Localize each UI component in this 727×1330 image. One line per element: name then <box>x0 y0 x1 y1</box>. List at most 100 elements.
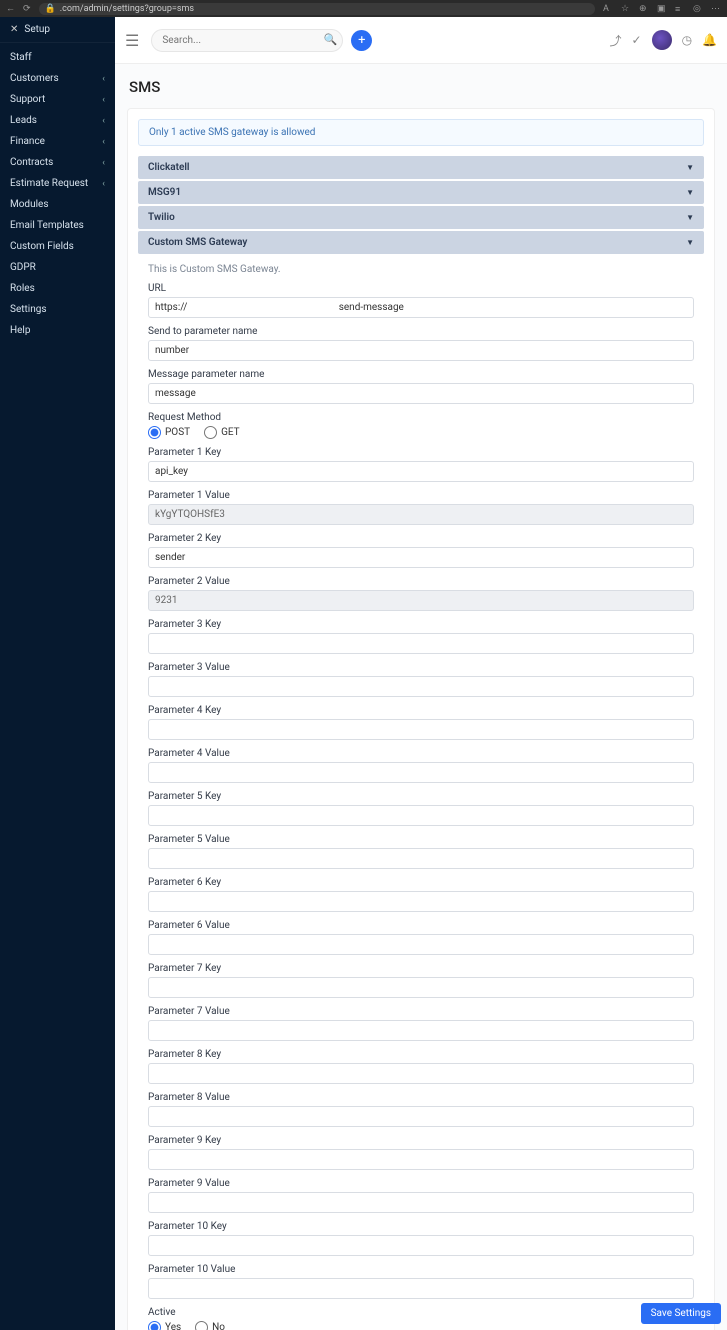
custom-gateway-body: This is Custom SMS Gateway. URL Send to … <box>138 254 704 1330</box>
notice: Only 1 active SMS gateway is allowed <box>138 119 704 146</box>
sidebar-item-email-templates[interactable]: Email Templates <box>0 215 115 236</box>
profile-icon[interactable]: ◎ <box>693 4 703 14</box>
param8-key-input[interactable] <box>148 1063 694 1084</box>
accordion-twilio[interactable]: Twilio ▼ <box>138 206 704 229</box>
sidebar-item-roles[interactable]: Roles <box>0 278 115 299</box>
sidebar-item-support[interactable]: Support‹ <box>0 89 115 110</box>
extensions-icon[interactable]: ⊕ <box>639 4 649 14</box>
sidebar-item-label: Contracts <box>10 157 53 168</box>
search-input[interactable] <box>151 29 343 52</box>
refresh-icon[interactable]: ⟳ <box>23 4 31 14</box>
param5-key-input[interactable] <box>148 805 694 826</box>
param9-key-input[interactable] <box>148 1149 694 1170</box>
accordion-msg91[interactable]: MSG91 ▼ <box>138 181 704 204</box>
sidebar-item-customers[interactable]: Customers‹ <box>0 68 115 89</box>
sidebar-item-finance[interactable]: Finance‹ <box>0 131 115 152</box>
url-text: .com/admin/settings?group=sms <box>60 4 194 14</box>
clock-icon[interactable]: ◷ <box>682 33 692 47</box>
param10-value-label: Parameter 10 Value <box>148 1264 694 1275</box>
param1-key-input[interactable] <box>148 461 694 482</box>
active-no-radio[interactable]: No <box>195 1321 225 1330</box>
param3-key-input[interactable] <box>148 633 694 654</box>
sidebar-item-custom-fields[interactable]: Custom Fields <box>0 236 115 257</box>
param9-value-input[interactable] <box>148 1192 694 1213</box>
param7-value-input[interactable] <box>148 1020 694 1041</box>
param10-key-label: Parameter 10 Key <box>148 1221 694 1232</box>
url-input[interactable] <box>148 297 694 318</box>
save-settings-button[interactable]: Save Settings <box>641 1303 721 1324</box>
sidebar-item-label: Estimate Request <box>10 178 88 189</box>
accordion-label: Clickatell <box>148 162 190 173</box>
param7-key-label: Parameter 7 Key <box>148 963 694 974</box>
sidebar-item-label: Help <box>10 325 30 336</box>
message-label: Message parameter name <box>148 369 694 380</box>
more-icon[interactable]: ⋯ <box>711 4 721 14</box>
get-radio[interactable]: GET <box>204 426 240 439</box>
sidebar-item-settings[interactable]: Settings <box>0 299 115 320</box>
param6-key-label: Parameter 6 Key <box>148 877 694 888</box>
accordion-label: Custom SMS Gateway <box>148 237 247 248</box>
param6-key-input[interactable] <box>148 891 694 912</box>
param6-value-input[interactable] <box>148 934 694 955</box>
menu-icon[interactable]: ☰ <box>125 31 139 50</box>
sidebar-item-leads[interactable]: Leads‹ <box>0 110 115 131</box>
sidebar-item-label: Customers <box>10 73 59 84</box>
param2-value-input[interactable] <box>148 590 694 611</box>
accordion-custom[interactable]: Custom SMS Gateway ▼ <box>138 231 704 254</box>
reader-icon[interactable]: A <box>603 4 613 14</box>
sidebar-item-label: Support <box>10 94 45 105</box>
param4-key-label: Parameter 4 Key <box>148 705 694 716</box>
sidebar-item-staff[interactable]: Staff <box>0 47 115 68</box>
back-icon[interactable]: ← <box>6 3 15 14</box>
avatar[interactable] <box>652 30 672 50</box>
active-label: Active <box>148 1307 694 1318</box>
param3-value-input[interactable] <box>148 676 694 697</box>
active-yes-radio[interactable]: Yes <box>148 1321 181 1330</box>
param10-value-input[interactable] <box>148 1278 694 1299</box>
param6-value-label: Parameter 6 Value <box>148 920 694 931</box>
accordion-clickatell[interactable]: Clickatell ▼ <box>138 156 704 179</box>
message-input[interactable] <box>148 383 694 404</box>
check-icon[interactable]: ✓ <box>632 33 642 47</box>
close-icon[interactable]: ✕ <box>10 24 18 35</box>
sidebar-item-gdpr[interactable]: GDPR <box>0 257 115 278</box>
param8-key-label: Parameter 8 Key <box>148 1049 694 1060</box>
sidebar-item-estimate-request[interactable]: Estimate Request‹ <box>0 173 115 194</box>
sidebar-item-modules[interactable]: Modules <box>0 194 115 215</box>
sidebar-item-label: Email Templates <box>10 220 84 231</box>
lock-icon: 🔒 <box>45 4 56 14</box>
param7-key-input[interactable] <box>148 977 694 998</box>
param2-key-label: Parameter 2 Key <box>148 533 694 544</box>
favorite-icon[interactable]: ☆ <box>621 4 631 14</box>
send-to-label: Send to parameter name <box>148 326 694 337</box>
split-icon[interactable]: ≡ <box>675 4 685 14</box>
browser-bar: ← ⟳ 🔒 .com/admin/settings?group=sms A ☆ … <box>0 0 727 17</box>
accordion-label: MSG91 <box>148 187 181 198</box>
sidebar-item-label: Roles <box>10 283 35 294</box>
param1-value-input[interactable] <box>148 504 694 525</box>
collections-icon[interactable]: ▣ <box>657 4 667 14</box>
bell-icon[interactable]: 🔔 <box>702 33 717 47</box>
chevron-down-icon: ▼ <box>686 188 694 197</box>
chevron-down-icon: ▼ <box>686 163 694 172</box>
address-bar[interactable]: 🔒 .com/admin/settings?group=sms <box>39 3 595 15</box>
param8-value-label: Parameter 8 Value <box>148 1092 694 1103</box>
param10-key-input[interactable] <box>148 1235 694 1256</box>
sidebar-item-help[interactable]: Help <box>0 320 115 341</box>
chevron-left-icon: ‹ <box>102 137 105 147</box>
sidebar-item-label: Settings <box>10 304 47 315</box>
search-icon[interactable]: 🔍 <box>324 33 338 46</box>
param5-value-input[interactable] <box>148 848 694 869</box>
sidebar-item-label: Staff <box>10 52 32 63</box>
post-radio[interactable]: POST <box>148 426 190 439</box>
param4-value-input[interactable] <box>148 762 694 783</box>
send-to-input[interactable] <box>148 340 694 361</box>
sidebar-item-contracts[interactable]: Contracts‹ <box>0 152 115 173</box>
param2-key-input[interactable] <box>148 547 694 568</box>
sidebar-item-label: GDPR <box>10 262 36 273</box>
param8-value-input[interactable] <box>148 1106 694 1127</box>
param4-key-input[interactable] <box>148 719 694 740</box>
share-icon[interactable]: ⤴ <box>609 32 621 49</box>
add-button[interactable]: + <box>351 30 372 51</box>
param3-key-label: Parameter 3 Key <box>148 619 694 630</box>
